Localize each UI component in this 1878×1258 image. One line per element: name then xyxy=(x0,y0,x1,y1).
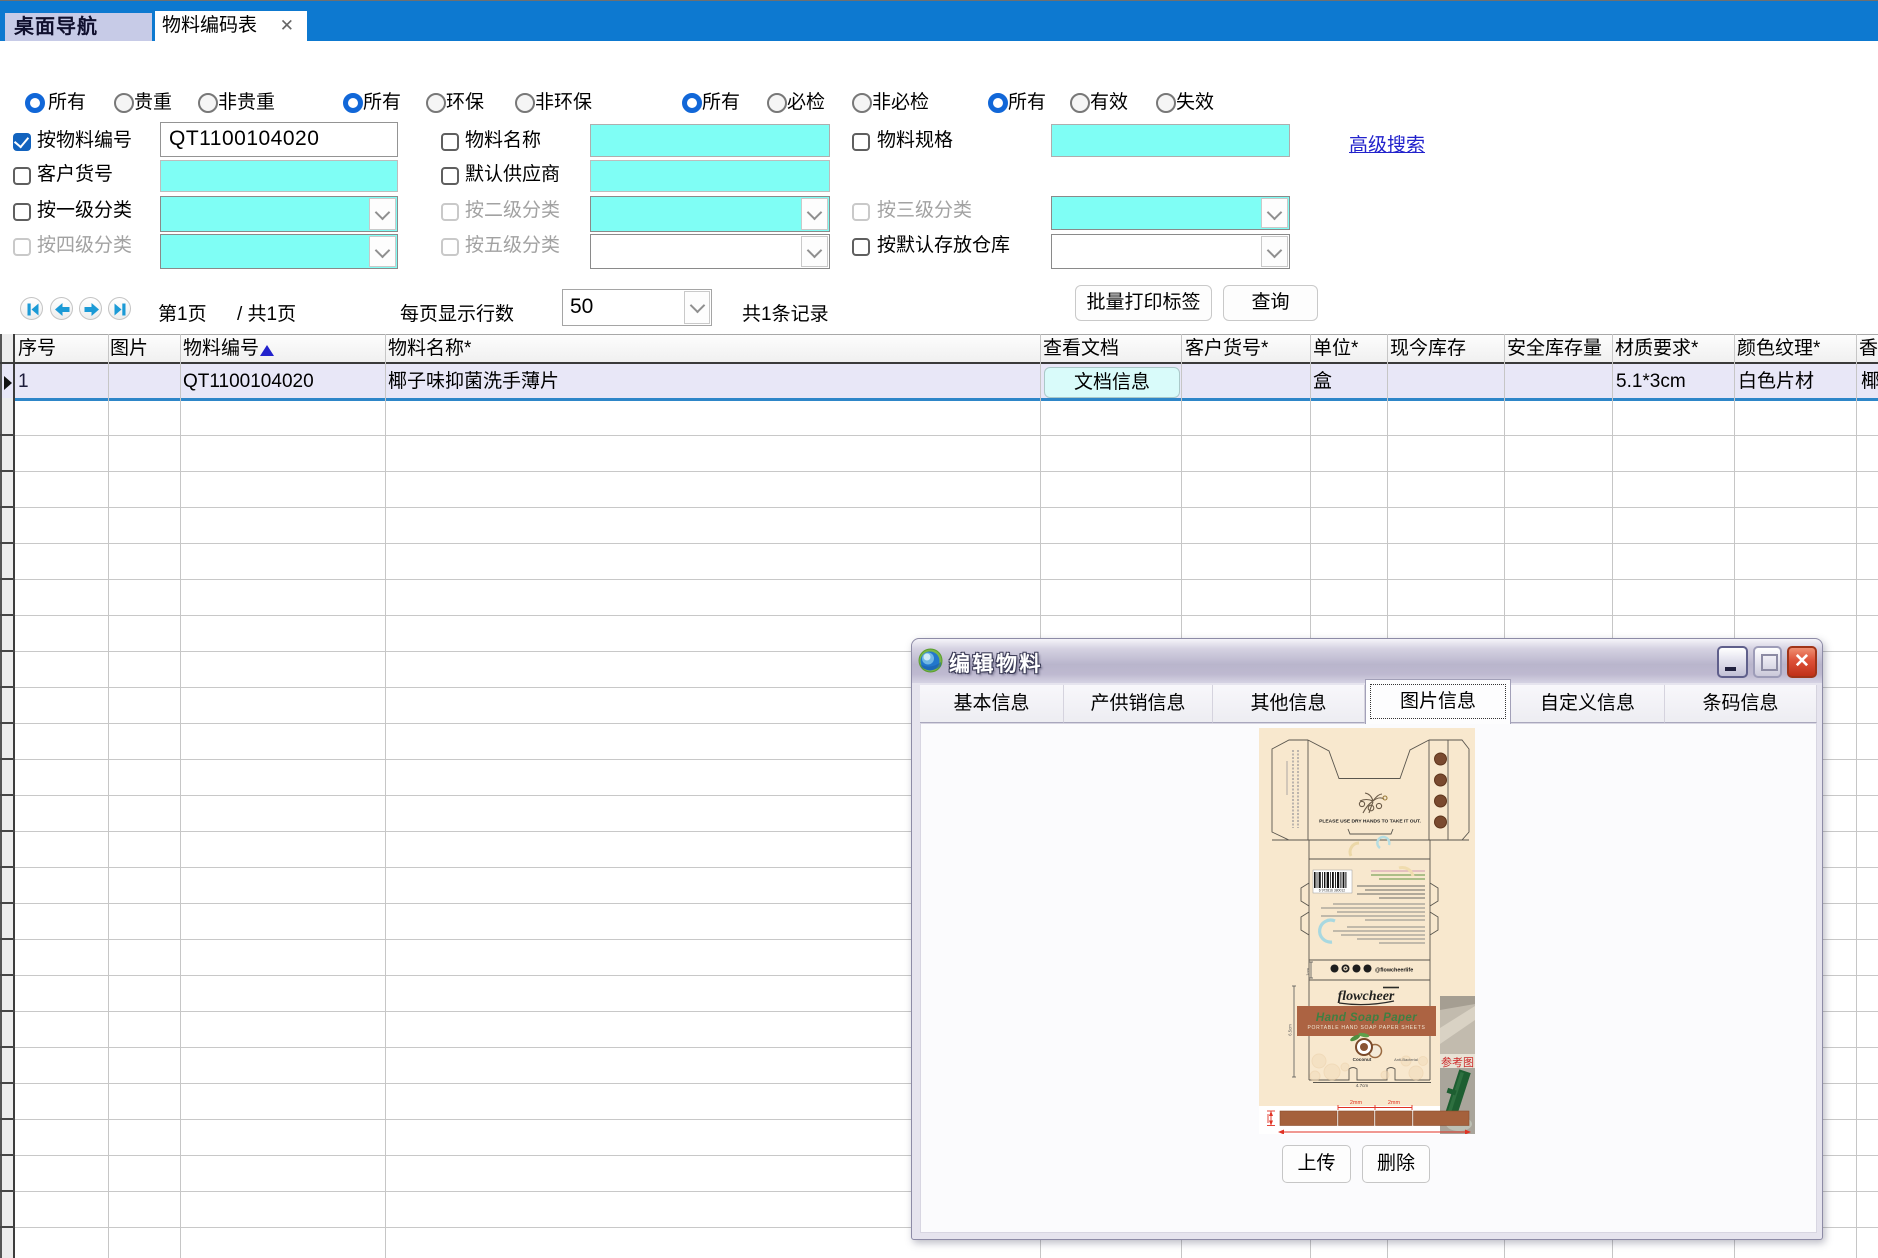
svg-text:flowcheer: flowcheer xyxy=(1338,989,1395,1004)
svg-text:1cm: 1cm xyxy=(1305,968,1310,976)
svg-text:Anti-Bacterial: Anti-Bacterial xyxy=(1394,1057,1418,1062)
svg-text:@flowcheerlife: @flowcheerlife xyxy=(1375,968,1413,974)
svg-text:2mm: 2mm xyxy=(1388,1100,1401,1106)
svg-text:6 972816 380012: 6 972816 380012 xyxy=(1319,889,1346,893)
svg-text:2mm: 2mm xyxy=(1350,1100,1363,1106)
svg-text:参考图: 参考图 xyxy=(1441,1055,1474,1069)
svg-text:PLEASE USE DRY HANDS TO TAKE I: PLEASE USE DRY HANDS TO TAKE IT OUT. xyxy=(1319,819,1421,825)
svg-text:Coconut: Coconut xyxy=(1353,1057,1372,1062)
svg-text:6.5cm: 6.5cm xyxy=(1288,1024,1293,1036)
svg-text:Hand Soap Paper: Hand Soap Paper xyxy=(1316,1012,1417,1024)
svg-text:4.7cm: 4.7cm xyxy=(1356,1083,1369,1088)
svg-text:PORTABLE HAND SOAP PAPER SHEET: PORTABLE HAND SOAP PAPER SHEETS xyxy=(1307,1025,1425,1031)
